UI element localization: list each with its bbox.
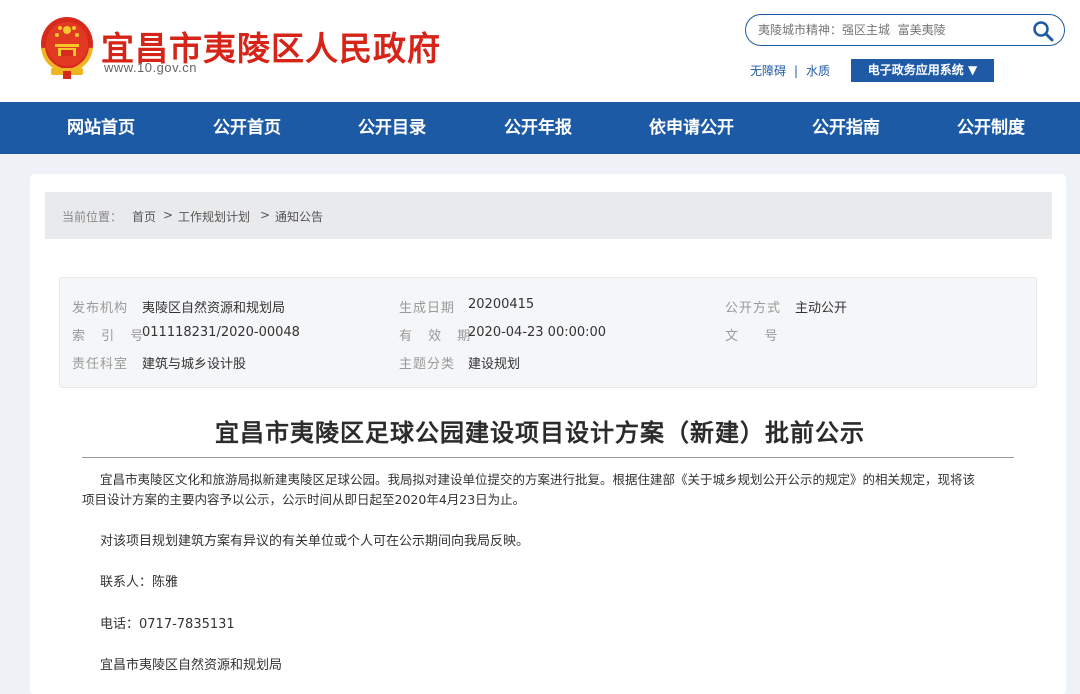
article-title: 宜昌市夷陵区足球公园建设项目设计方案（新建）批前公示 <box>215 419 865 447</box>
utility-separator: | <box>794 64 799 78</box>
publisher-label: 发布机构 <box>72 301 129 316</box>
index-value: 011118231/2020-00048 <box>142 325 300 340</box>
issuer-signature: 宜昌市夷陵区自然资源和规划局 <box>100 658 283 673</box>
open-mode-value: 主动公开 <box>795 301 848 316</box>
valid-value: 2020-04-23 00:00:00 <box>468 325 607 340</box>
breadcrumb: 当前位置： 首页 > 工作规划计划 > 通知公告 <box>45 192 1052 239</box>
national-emblem-icon <box>41 17 93 79</box>
contact-person: 联系人：陈雅 <box>100 575 179 590</box>
dept-value: 建筑与城乡设计股 <box>142 357 247 372</box>
nav-item-home[interactable]: 网站首页 <box>67 102 135 154</box>
egov-systems-dropdown[interactable]: 电子政务应用系统 ▼ <box>851 59 994 82</box>
article-paragraph: 对该项目规划建筑方案有异议的有关单位或个人可在公示期间向我局反映。 <box>100 534 530 549</box>
accessibility-link[interactable]: 无障碍 <box>750 62 786 79</box>
topic-label: 主题分类 <box>399 357 456 372</box>
topic-value: 建设规划 <box>468 357 521 372</box>
site-url: www.10.gov.cn <box>104 60 197 75</box>
nav-item-request-disclosure[interactable]: 依申请公开 <box>649 102 734 154</box>
article-paragraph: 宜昌市夷陵区文化和旅游局拟新建夷陵区足球公园。我局拟对建设单位提交的方案进行批复… <box>100 472 976 487</box>
water-quality-link[interactable]: 水质 <box>806 62 830 79</box>
site-header: 宜昌市夷陵区人民政府 www.10.gov.cn 无障碍|水质 电子政务应用系统… <box>0 0 1080 102</box>
search-box <box>745 14 1065 46</box>
contact-phone: 电话：0717-7835131 <box>100 617 235 632</box>
doc-no-label: 文 号 <box>725 329 780 344</box>
article-paragraph: 项目设计方案的主要内容予以公示，公示时间从即日起至2020年4月23日为止。 <box>82 492 526 507</box>
breadcrumb-item-notices[interactable]: 通知公告 <box>275 208 323 225</box>
breadcrumb-item-home[interactable]: 首页 <box>132 208 156 225</box>
nav-item-annual-report[interactable]: 公开年报 <box>504 102 572 154</box>
nav-item-open-catalog[interactable]: 公开目录 <box>358 102 426 154</box>
main-nav: 网站首页 公开首页 公开目录 公开年报 依申请公开 公开指南 公开制度 <box>0 102 1080 154</box>
breadcrumb-separator: > <box>260 208 271 222</box>
nav-item-rules[interactable]: 公开制度 <box>957 102 1025 154</box>
breadcrumb-separator: > <box>163 208 174 222</box>
gen-date-value: 20200415 <box>468 297 535 312</box>
open-mode-label: 公开方式 <box>725 301 782 316</box>
search-icon[interactable] <box>1032 20 1054 42</box>
index-label: 索 引 号 <box>72 329 150 344</box>
utility-links: 无障碍 | 水质 <box>750 62 830 79</box>
gen-date-label: 生成日期 <box>399 301 456 316</box>
title-divider <box>82 457 1014 458</box>
breadcrumb-item-plans[interactable]: 工作规划计划 <box>178 208 250 225</box>
nav-item-guide[interactable]: 公开指南 <box>812 102 880 154</box>
dept-label: 责任科室 <box>72 357 129 372</box>
publisher-value: 夷陵区自然资源和规划局 <box>142 301 286 316</box>
nav-item-open-home[interactable]: 公开首页 <box>213 102 281 154</box>
breadcrumb-label: 当前位置： <box>62 210 123 224</box>
search-input[interactable] <box>758 21 1018 39</box>
valid-label: 有 效 期 <box>399 329 477 344</box>
